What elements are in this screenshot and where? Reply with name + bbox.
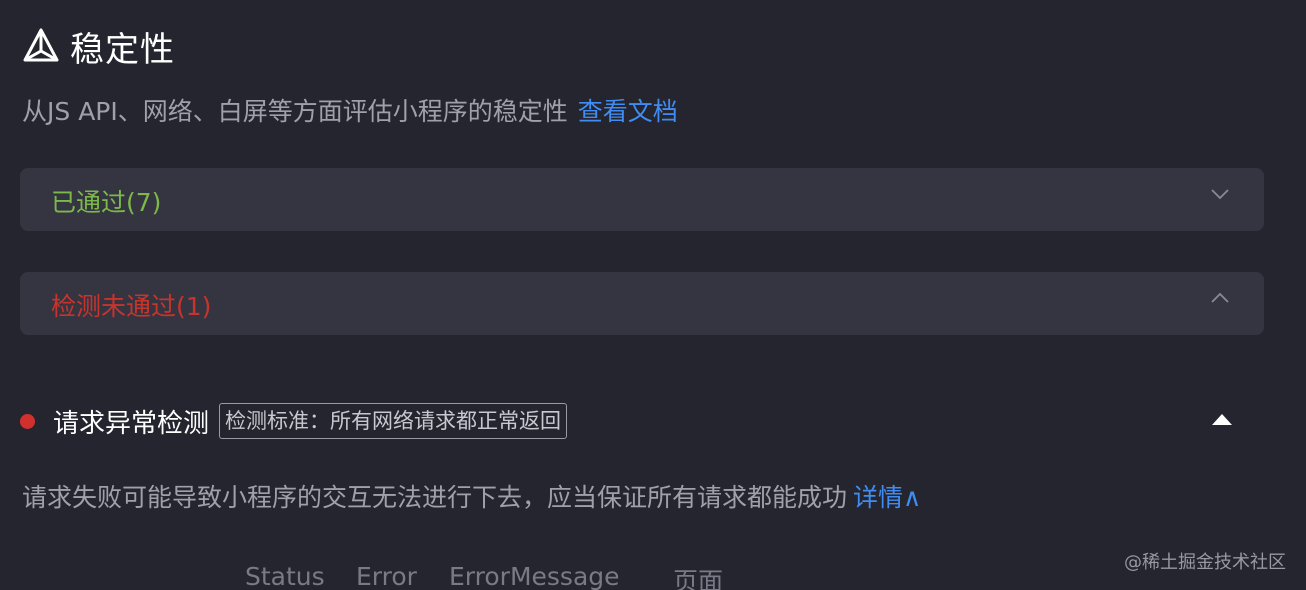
details-link[interactable]: 详情∧	[853, 483, 921, 512]
view-docs-link[interactable]: 查看文档	[578, 97, 678, 126]
request-error-check: 请求异常检测 检测标准：所有网络请求都正常返回	[20, 400, 1264, 442]
check-title: 请求异常检测	[53, 408, 210, 439]
passed-panel[interactable]: 已通过(7)	[20, 168, 1264, 231]
column-error-message: ErrorMessage	[449, 562, 620, 590]
section-description: 从JS API、网络、白屏等方面评估小程序的稳定性 查看文档	[22, 92, 678, 128]
section-description-text: 从JS API、网络、白屏等方面评估小程序的稳定性	[22, 97, 568, 126]
stability-icon	[22, 27, 60, 65]
chevron-up-icon[interactable]	[1210, 288, 1230, 308]
check-description: 请求失败可能导致小程序的交互无法进行下去，应当保证所有请求都能成功 详情∧	[22, 478, 921, 514]
fail-status-dot	[20, 413, 35, 429]
chevron-down-icon[interactable]	[1210, 184, 1230, 204]
table-header: Status Error ErrorMessage 页面	[0, 562, 1306, 590]
check-description-text: 请求失败可能导致小程序的交互无法进行下去，应当保证所有请求都能成功	[22, 483, 848, 512]
failed-panel-label: 检测未通过(1)	[51, 292, 212, 321]
stability-page: 稳定性 从JS API、网络、白屏等方面评估小程序的稳定性 查看文档 已通过(7)…	[0, 0, 1306, 590]
column-status: Status	[245, 562, 325, 590]
collapse-triangle-icon[interactable]	[1212, 414, 1232, 425]
section-title: 稳定性	[70, 29, 175, 70]
column-error: Error	[356, 562, 417, 590]
passed-panel-label: 已通过(7)	[51, 188, 162, 217]
check-standard-badge: 检测标准：所有网络请求都正常返回	[219, 403, 568, 439]
failed-panel[interactable]: 检测未通过(1)	[20, 272, 1264, 335]
watermark: @稀土掘金技术社区	[1124, 552, 1286, 573]
column-page: 页面	[673, 567, 724, 590]
section-header: 稳定性	[22, 24, 175, 70]
